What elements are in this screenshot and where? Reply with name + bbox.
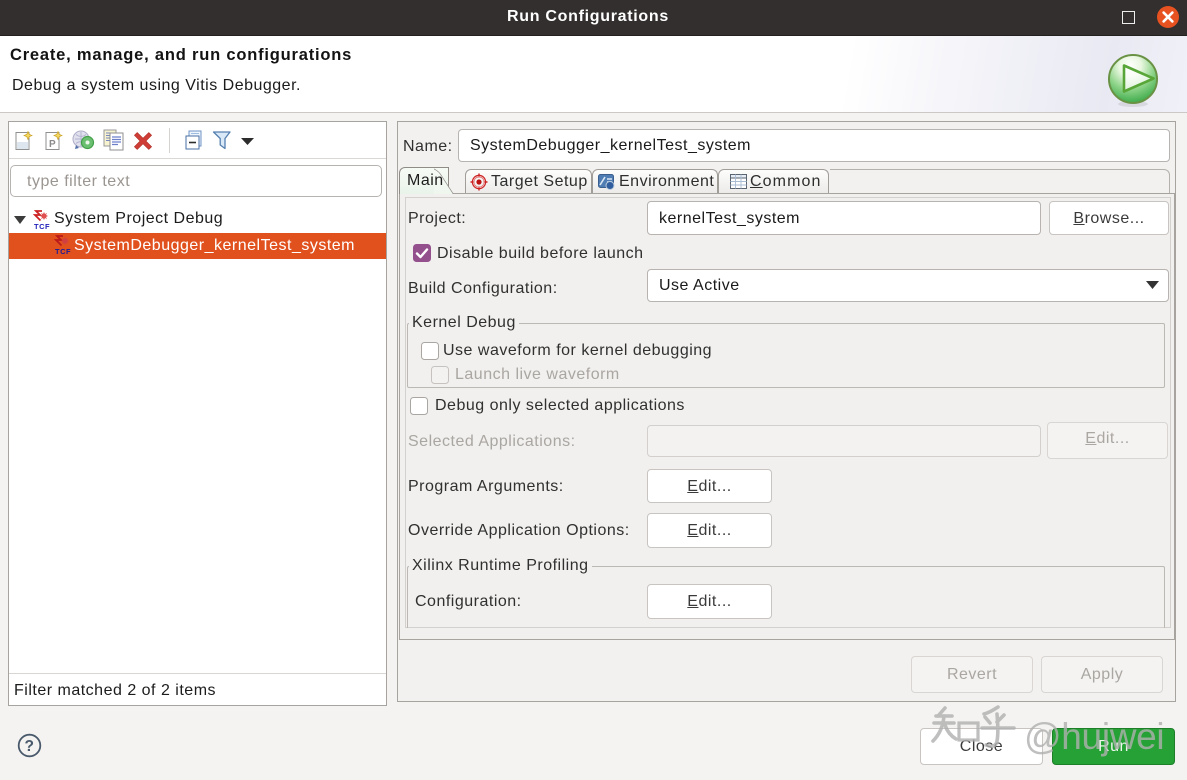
svg-text:@hujwei: @hujwei xyxy=(1024,716,1164,757)
svg-text:TCF: TCF xyxy=(55,247,71,255)
svg-text:P: P xyxy=(49,139,56,150)
svg-text:?: ? xyxy=(25,738,35,755)
svg-text:TCF: TCF xyxy=(34,222,50,230)
